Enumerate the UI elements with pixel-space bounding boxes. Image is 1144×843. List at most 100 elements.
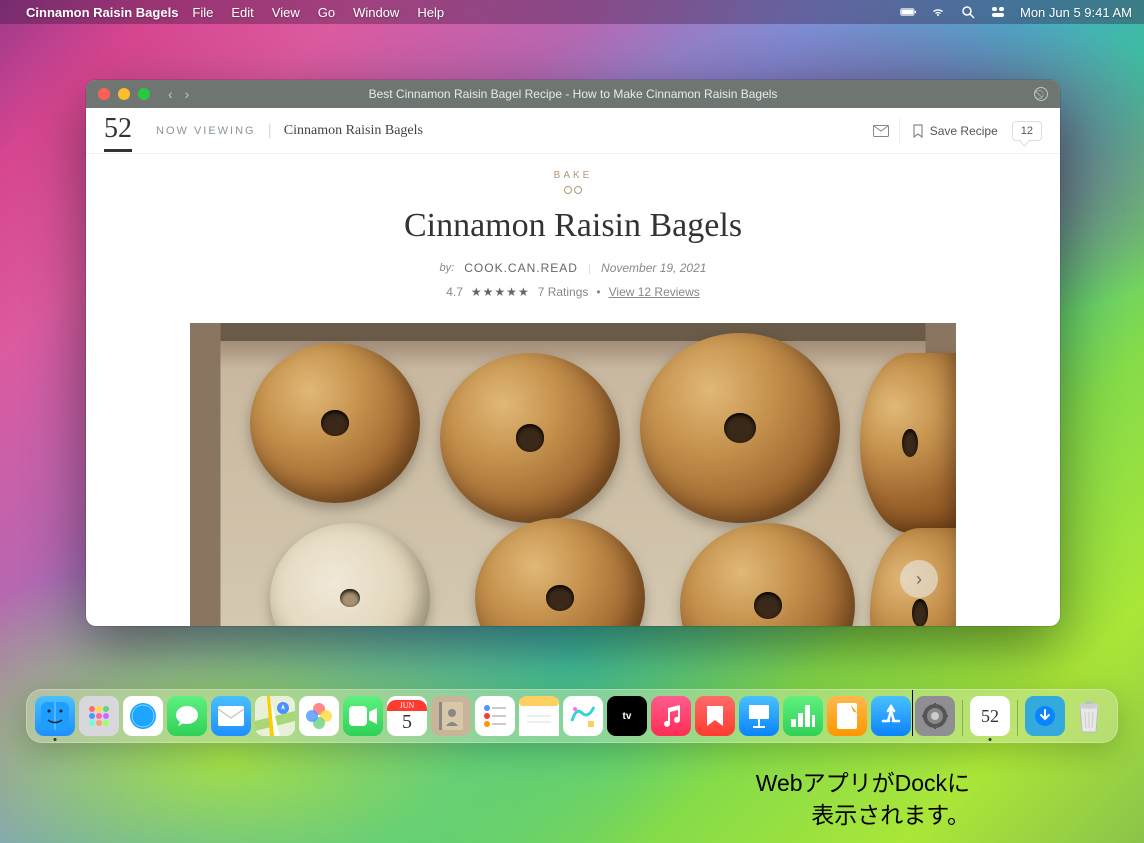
email-button[interactable] — [864, 117, 900, 145]
window-minimize-button[interactable] — [118, 88, 130, 100]
dock-app-finder[interactable] — [35, 696, 75, 736]
separator: | — [588, 261, 591, 275]
dock-app-messages[interactable] — [167, 696, 207, 736]
stop-load-icon[interactable]: ⃠ — [1034, 87, 1048, 101]
envelope-icon — [873, 125, 889, 137]
breadcrumb-recipe[interactable]: Cinnamon Raisin Bagels — [284, 123, 423, 139]
menubar-app-name[interactable]: Cinnamon Raisin Bagels — [26, 5, 178, 20]
rating-count: 7 Ratings — [538, 285, 589, 299]
photos-icon — [304, 701, 334, 731]
mail-icon — [218, 706, 244, 726]
annotation-text: WebアプリがDockに 表示されます。 — [590, 767, 970, 831]
dock-app-music[interactable] — [651, 696, 691, 736]
tv-icon: tv — [623, 711, 632, 722]
settings-icon — [920, 701, 950, 731]
notes-icon — [519, 696, 559, 736]
nav-forward-button[interactable]: › — [185, 86, 190, 102]
annotation-callout-line — [912, 690, 913, 736]
news-icon — [703, 704, 727, 728]
window-maximize-button[interactable] — [138, 88, 150, 100]
window-traffic-lights — [98, 88, 150, 100]
dock-app-launchpad[interactable] — [79, 696, 119, 736]
comment-count-badge[interactable]: 12 — [1012, 121, 1042, 141]
save-recipe-label: Save Recipe — [930, 124, 998, 138]
reminders-icon — [482, 703, 508, 729]
dock-app-safari[interactable] — [123, 696, 163, 736]
running-indicator — [54, 738, 57, 741]
next-image-button[interactable]: › — [900, 560, 938, 598]
freeform-icon — [568, 701, 598, 731]
menu-edit[interactable]: Edit — [231, 5, 253, 20]
safari-icon — [127, 700, 159, 732]
now-viewing-label: NOW VIEWING — [156, 125, 256, 137]
calendar-day: 5 — [402, 711, 412, 733]
window-titlebar[interactable]: ‹ › Best Cinnamon Raisin Bagel Recipe - … — [86, 80, 1060, 108]
dock-app-keynote[interactable] — [739, 696, 779, 736]
window-title: Best Cinnamon Raisin Bagel Recipe - How … — [369, 87, 778, 101]
dock-app-news[interactable] — [695, 696, 735, 736]
messages-icon — [174, 704, 200, 728]
control-center-icon[interactable] — [990, 4, 1006, 20]
dock-app-photos[interactable] — [299, 696, 339, 736]
dock-app-tv[interactable]: tv — [607, 696, 647, 736]
separator: • — [596, 285, 600, 299]
dock-app-settings[interactable] — [915, 696, 955, 736]
recipe-author[interactable]: COOK.CAN.READ — [464, 261, 578, 275]
dock-divider — [962, 700, 963, 736]
dock-app-contacts[interactable] — [431, 696, 471, 736]
contacts-icon — [439, 702, 463, 730]
dock-app-maps[interactable] — [255, 696, 295, 736]
keynote-icon — [746, 703, 772, 729]
finder-icon — [41, 702, 69, 730]
recipe-content: BAKE Cinnamon Raisin Bagels by: COOK.CAN… — [86, 154, 1060, 626]
dock-trash[interactable] — [1069, 696, 1109, 736]
dock-downloads[interactable] — [1025, 696, 1065, 736]
by-label: by: — [440, 262, 455, 274]
window-close-button[interactable] — [98, 88, 110, 100]
bagel-image — [640, 333, 840, 523]
recipe-ratings: 4.7 ★★★★★ 7 Ratings • View 12 Reviews — [446, 285, 700, 299]
dock-app-appstore[interactable] — [871, 696, 911, 736]
menu-help[interactable]: Help — [417, 5, 444, 20]
battery-icon[interactable] — [900, 4, 916, 20]
view-reviews-link[interactable]: View 12 Reviews — [609, 285, 700, 299]
menubar: Cinnamon Raisin Bagels File Edit View Go… — [0, 0, 1144, 24]
category-ornament-icon — [558, 185, 588, 193]
maps-icon — [255, 696, 295, 736]
menu-view[interactable]: View — [272, 5, 300, 20]
dock-app-facetime[interactable] — [343, 696, 383, 736]
menubar-clock[interactable]: Mon Jun 5 9:41 AM — [1020, 5, 1132, 20]
facetime-icon — [349, 706, 377, 726]
dock-divider — [1017, 700, 1018, 736]
trash-icon — [1074, 698, 1104, 734]
nav-back-button[interactable]: ‹ — [168, 86, 173, 102]
dock: JUN 5 tv — [26, 689, 1118, 743]
dock-app-numbers[interactable] — [783, 696, 823, 736]
pages-icon — [837, 703, 857, 729]
recipe-date: November 19, 2021 — [601, 261, 706, 275]
dock-app-calendar[interactable]: JUN 5 — [387, 696, 427, 736]
app-window: ‹ › Best Cinnamon Raisin Bagel Recipe - … — [86, 80, 1060, 626]
spotlight-icon[interactable] — [960, 4, 976, 20]
bagel-image — [250, 343, 420, 503]
recipe-byline: by: COOK.CAN.READ | November 19, 2021 — [440, 261, 707, 275]
calendar-month: JUN — [387, 700, 427, 711]
rating-value: 4.7 — [446, 285, 463, 299]
launchpad-icon — [87, 704, 111, 728]
rating-stars-icon: ★★★★★ — [471, 285, 530, 299]
dock-app-mail[interactable] — [211, 696, 251, 736]
site-logo[interactable]: 52 — [104, 113, 132, 152]
dock-app-reminders[interactable] — [475, 696, 515, 736]
recipe-category[interactable]: BAKE — [554, 170, 593, 181]
wifi-icon[interactable] — [930, 4, 946, 20]
menu-window[interactable]: Window — [353, 5, 399, 20]
running-indicator — [989, 738, 992, 741]
dock-app-52-webapp[interactable]: 52 — [970, 696, 1010, 736]
menu-go[interactable]: Go — [318, 5, 335, 20]
dock-app-notes[interactable] — [519, 696, 559, 736]
menu-file[interactable]: File — [192, 5, 213, 20]
dock-app-freeform[interactable] — [563, 696, 603, 736]
downloads-icon — [1034, 705, 1056, 727]
save-recipe-button[interactable]: Save Recipe — [912, 124, 998, 138]
dock-app-pages[interactable] — [827, 696, 867, 736]
